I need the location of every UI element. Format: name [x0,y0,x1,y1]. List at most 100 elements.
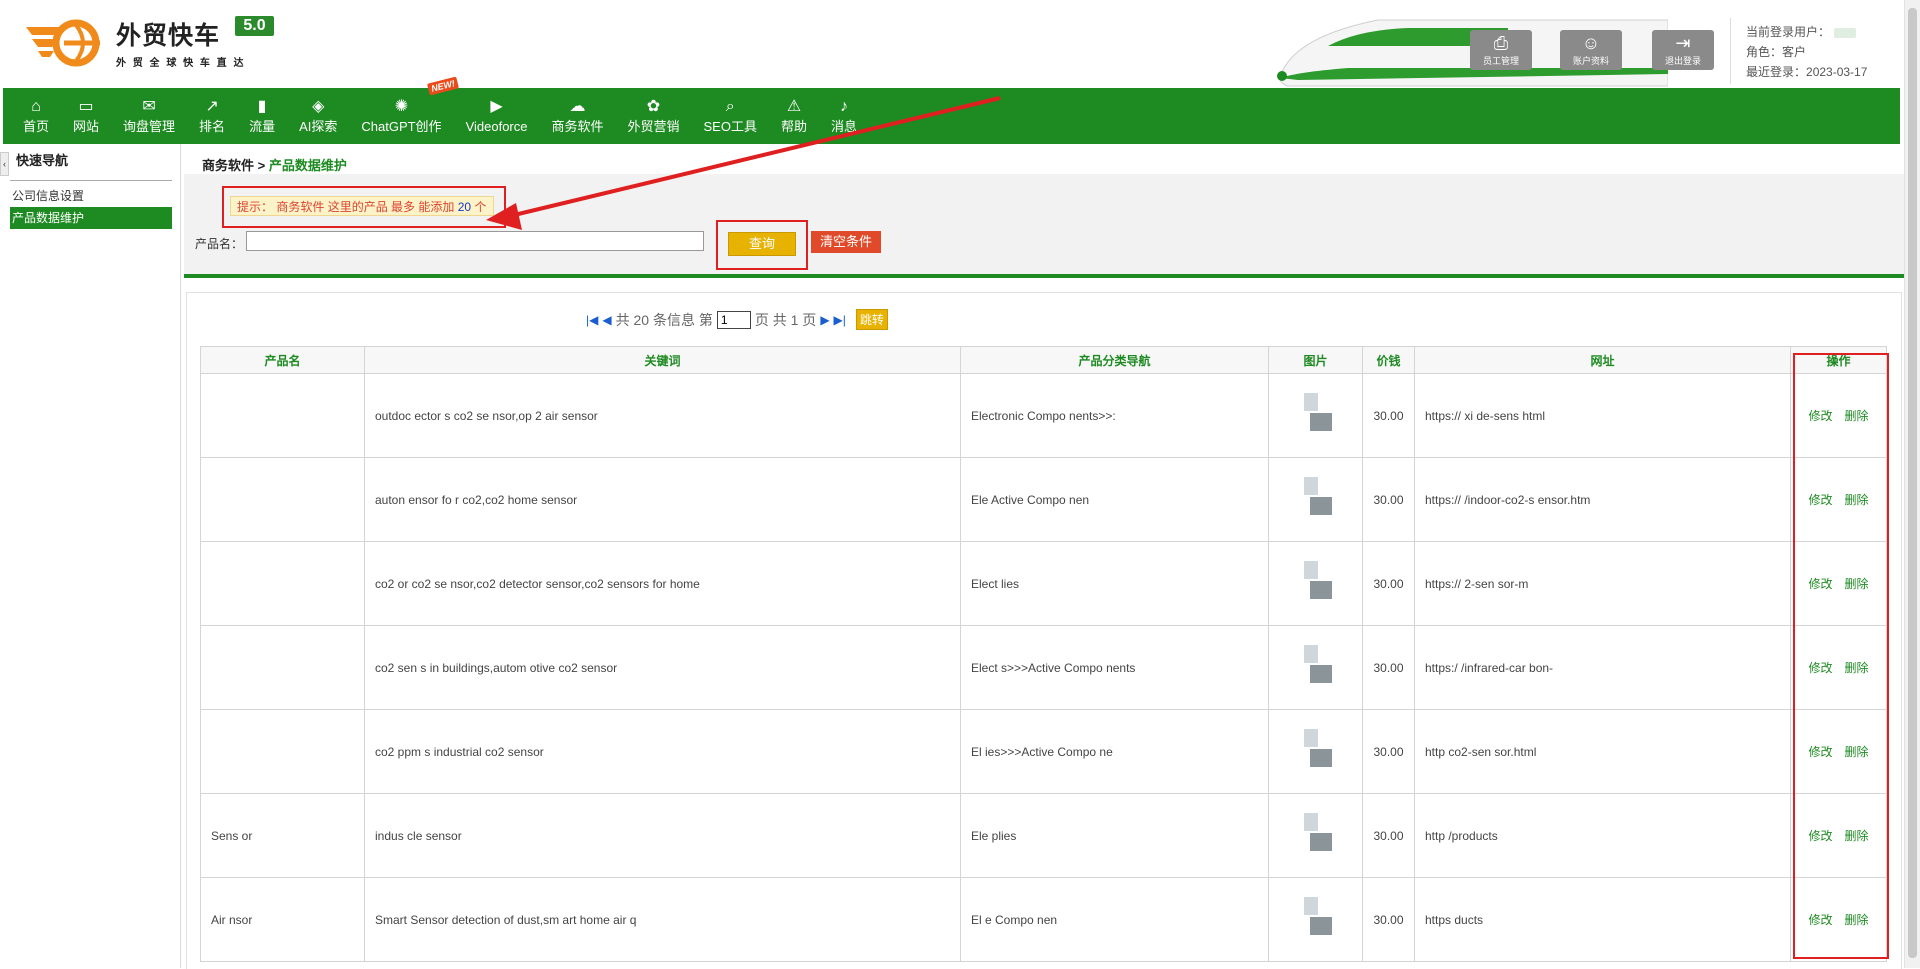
bell-icon: ♪ [840,98,848,115]
prev-page-icon[interactable]: ◀ [602,313,611,327]
software-icon: ☁ [569,98,586,115]
sidebar-collapse-toggle[interactable]: ‹ [0,152,9,176]
product-thumbnail[interactable] [1296,473,1336,523]
delete-link[interactable]: 删除 [1845,409,1869,423]
account-icon: ☺ [1581,33,1601,53]
edit-link[interactable]: 修改 [1808,493,1832,507]
cell-image [1268,877,1363,962]
last-login: 2023-03-17 [1806,65,1868,79]
version-badge: 5.0 [235,16,274,36]
nav-chatgpt[interactable]: NEW! ✺ ChatGPT创作 [349,76,459,144]
scrollbar-thumb[interactable] [1908,8,1917,958]
cell-product-name [200,541,365,626]
cell-product-name [200,457,365,542]
staff-management-button[interactable]: ⎙ 员工管理 [1470,30,1532,70]
nav-traffic[interactable]: ▮ 流量 [237,88,287,144]
nav-business-software[interactable]: ☁ 商务软件 [539,88,615,144]
cell-product-name: Air nsor [200,877,365,962]
delete-link[interactable]: 删除 [1845,829,1869,843]
next-page-icon[interactable]: ▶ [820,313,829,327]
cell-category: Elect lies [960,541,1269,626]
col-header-name: 产品名 [200,346,365,374]
cell-url: https:// xi de-sens html [1414,373,1791,458]
cell-price: 30.00 [1362,457,1415,542]
cell-category: El e Compo nen [960,877,1269,962]
nav-messages[interactable]: ♪ 消息 [819,88,869,144]
col-header-url: 网址 [1414,346,1791,374]
edit-link[interactable]: 修改 [1808,577,1832,591]
edit-link[interactable]: 修改 [1808,913,1832,927]
table-header-row: 产品名 关键词 产品分类导航 图片 价钱 网址 操作 [200,346,1887,374]
product-name-label: 产品名： [195,237,244,251]
query-button[interactable]: 查询 [728,232,796,256]
nav-ranking[interactable]: ↗ 排名 [187,88,237,144]
first-page-icon[interactable]: |◀ [586,313,598,327]
table-row: co2 or co2 se nsor,co2 detector sensor,c… [200,541,1887,626]
product-table: 产品名 关键词 产品分类导航 图片 价钱 网址 操作 outdoc ector … [200,346,1887,962]
sidebar-title: 快速导航 [16,153,69,168]
product-name-input[interactable] [246,231,704,251]
nav-help[interactable]: ⚠ 帮助 [769,88,819,144]
cell-url: https:/ /infrared-car bon- [1414,625,1791,710]
table-row: co2 sen s in buildings,autom otive co2 s… [200,625,1887,710]
clear-conditions-button[interactable]: 清空条件 [811,231,881,253]
cell-category: El ies>>>Active Compo ne [960,709,1269,794]
product-thumbnail[interactable] [1296,725,1336,775]
delete-link[interactable]: 删除 [1845,913,1869,927]
cell-price: 30.00 [1362,541,1415,626]
cell-product-name [200,625,365,710]
cell-product-name: Sens or [200,793,365,878]
logo[interactable]: 外贸快车 5.0 外 贸 全 球 快 车 直 达 [24,16,274,69]
sidebar-item-company-info[interactable]: 公司信息设置 [10,185,172,207]
nav-ai-explore[interactable]: ◈ AI探索 [287,88,349,144]
col-header-actions: 操作 [1790,346,1887,374]
jump-button[interactable]: 跳转 [855,309,888,330]
nav-inquiry[interactable]: ✉ 询盘管理 [111,88,187,144]
delete-link[interactable]: 删除 [1845,745,1869,759]
traffic-icon: ▮ [257,98,267,115]
sidebar: ‹ 快速导航 公司信息设置 产品数据维护 [0,144,181,968]
last-page-icon[interactable]: ▶| [834,313,846,327]
green-divider [184,274,1904,278]
brand-title: 外贸快车 [116,21,221,50]
nav-marketing[interactable]: ✿ 外贸营销 [616,88,692,144]
delete-link[interactable]: 删除 [1845,493,1869,507]
nav-videoforce[interactable]: ▶ Videoforce [454,88,540,144]
product-thumbnail[interactable] [1296,389,1336,439]
cell-image [1268,625,1363,710]
header: 外贸快车 5.0 外 贸 全 球 快 车 直 达 ⎙ 员工管理 ☺ 账户资料 ⇥… [0,0,1900,88]
col-header-price: 价钱 [1362,346,1415,374]
delete-link[interactable]: 删除 [1845,661,1869,675]
nav-seo-tools[interactable]: ⌕ SEO工具 [692,88,769,144]
cell-actions: 修改 删除 [1790,709,1887,794]
breadcrumb-parent[interactable]: 商务软件 [202,158,254,173]
delete-link[interactable]: 删除 [1845,577,1869,591]
edit-link[interactable]: 修改 [1808,745,1832,759]
cell-price: 30.00 [1362,877,1415,962]
cell-url: http /products [1414,793,1791,878]
logout-icon: ⇥ [1675,33,1691,53]
cell-category: Electronic Compo nents>>: [960,373,1269,458]
product-thumbnail[interactable] [1296,557,1336,607]
user-info: 当前登录用户： 角色：客户 最近登录：2023-03-17 [1746,25,1868,79]
product-thumbnail[interactable] [1296,641,1336,691]
breadcrumb-current: 产品数据维护 [268,158,347,173]
logo-icon [26,19,100,66]
edit-link[interactable]: 修改 [1808,409,1832,423]
ranking-icon: ↗ [205,98,219,115]
logout-button[interactable]: ⇥ 退出登录 [1652,30,1714,70]
page-number-input[interactable] [716,310,751,329]
table-row: co2 ppm s industrial co2 sensor El ies>>>… [200,709,1887,794]
account-info-button[interactable]: ☺ 账户资料 [1560,30,1622,70]
product-thumbnail[interactable] [1296,893,1336,943]
nav-website[interactable]: ▭ 网站 [61,88,111,144]
cell-image [1268,457,1363,542]
edit-link[interactable]: 修改 [1808,661,1832,675]
edit-link[interactable]: 修改 [1808,829,1832,843]
video-icon: ▶ [490,98,503,115]
nav-home[interactable]: ⌂ 首页 [3,88,61,144]
sidebar-item-product-data[interactable]: 产品数据维护 [10,207,172,229]
cell-category: Ele Active Compo nen [960,457,1269,542]
scrollbar[interactable] [1904,0,1920,968]
product-thumbnail[interactable] [1296,809,1336,859]
